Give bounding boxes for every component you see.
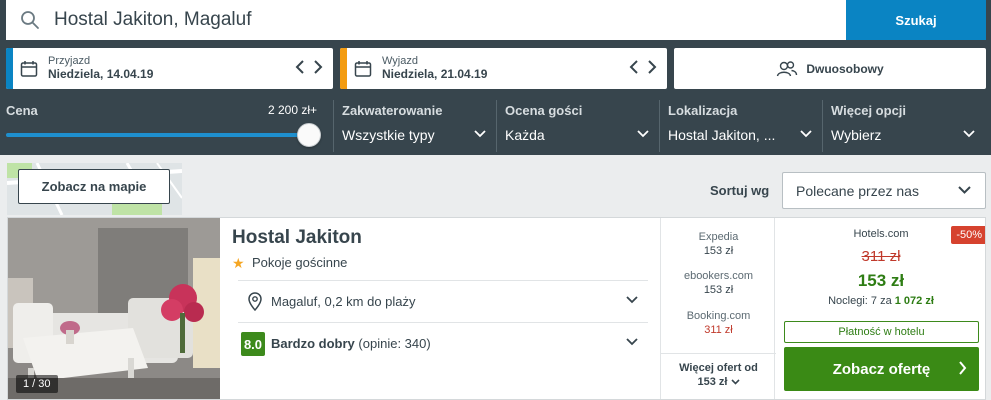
chevron-left-icon[interactable]	[629, 60, 639, 74]
chevron-down-icon	[958, 186, 971, 194]
best-deal: Hotels.com -50% 311 zł 153 zł Noclegi: 7…	[775, 218, 985, 399]
offer-price: 153 zł	[703, 284, 734, 296]
checkout-value: Niedziela, 21.04.19	[382, 66, 488, 81]
offer-item[interactable]: ebookers.com 153 zł	[661, 269, 776, 297]
nights-prefix: Noclegi: 7 za	[828, 295, 892, 307]
filter-bar: Zakwaterowanie Wszystkie typy Ocena gośc…	[0, 100, 991, 152]
chevron-right-icon	[959, 361, 967, 375]
chevron-left-icon[interactable]	[295, 60, 305, 74]
location-pin-icon	[248, 292, 262, 311]
hotel-result-card: 1 / 30 Hostal Jakiton ★ Pokoje gościnne …	[7, 217, 986, 400]
offer-provider: Expedia	[698, 231, 739, 243]
offer-price: 311 zł	[704, 324, 733, 336]
location-text: Magaluf, 0,2 km do plaży	[271, 294, 416, 309]
search-button[interactable]: Szukaj	[846, 0, 986, 40]
calendar-icon	[20, 60, 38, 77]
accommodation-filter-title: Zakwaterowanie	[342, 103, 443, 118]
more-options-filter[interactable]: Więcej opcji Wybierz	[822, 100, 985, 152]
sort-select[interactable]: Polecane przez nas	[782, 172, 986, 209]
nights-total-price: 1 072 zł	[894, 295, 934, 307]
offer-provider: ebookers.com	[683, 270, 754, 282]
more-offers-button[interactable]: Więcej ofert od 153 zł	[661, 353, 776, 389]
view-deal-button[interactable]: Zobacz ofertę	[784, 347, 979, 391]
chevron-down-icon	[626, 338, 638, 346]
view-deal-label: Zobacz ofertę	[832, 360, 931, 378]
guest-rating-filter-value: Każda	[505, 127, 545, 143]
more-options-filter-value: Wybierz	[831, 127, 882, 143]
other-offers: Expedia 153 zł ebookers.com 153 zł Booki…	[660, 218, 776, 399]
checkin-accent-bar	[6, 48, 13, 89]
show-on-map-button[interactable]: Zobacz na mapie	[18, 169, 170, 204]
accommodation-filter[interactable]: Zakwaterowanie Wszystkie typy	[333, 100, 496, 152]
chevron-down-icon	[800, 130, 812, 138]
new-price: 153 zł	[857, 271, 905, 290]
more-offers-label: Więcej ofert od	[679, 362, 758, 374]
hotel-name[interactable]: Hostal Jakiton	[232, 227, 362, 249]
nights-total: Noclegi: 7 za 1 072 zł	[775, 295, 985, 307]
checkout-date-box[interactable]: Wyjazd Niedziela, 21.04.19	[340, 48, 667, 89]
chevron-down-icon	[474, 130, 486, 138]
date-room-row: Przyjazd Niedziela, 14.04.19 Wyjazd Nied…	[6, 48, 986, 89]
rating-row[interactable]: 8.0 Bardzo dobry (opinie: 340)	[238, 322, 648, 364]
pay-at-hotel-badge: Płatność w hotelu	[784, 321, 979, 343]
guests-icon	[777, 60, 798, 76]
offer-provider: Booking.com	[686, 310, 751, 322]
sort-value: Polecane przez nas	[796, 182, 919, 199]
rating-text: Bardzo dobry (opinie: 340)	[271, 336, 431, 351]
more-offers-price: 153 zł	[697, 376, 728, 388]
chevron-down-icon	[963, 130, 975, 138]
search-bar: Szukaj	[6, 0, 986, 40]
location-filter-title: Lokalizacja	[668, 103, 738, 118]
checkout-accent-bar	[340, 48, 347, 89]
photo-counter: 1 / 30	[16, 375, 58, 393]
location-row[interactable]: Magaluf, 0,2 km do plaży	[238, 280, 648, 322]
search-input[interactable]	[54, 9, 754, 31]
guest-rating-filter[interactable]: Ocena gości Każda	[496, 100, 659, 152]
more-options-filter-title: Więcej opcji	[831, 103, 907, 118]
chevron-down-icon	[626, 296, 638, 304]
location-filter-value: Hostal Jakiton, ...	[668, 127, 776, 143]
accommodation-filter-value: Wszystkie typy	[342, 127, 435, 143]
old-price: 311 zł	[861, 248, 901, 265]
rating-label: Bardzo dobry	[271, 336, 355, 351]
room-label: Dwuosobowy	[806, 61, 884, 76]
rating-count: (opinie: 340)	[358, 336, 431, 351]
checkin-date-box[interactable]: Przyjazd Niedziela, 14.04.19	[6, 48, 333, 89]
hotel-photo[interactable]: 1 / 30	[8, 218, 220, 399]
offer-item[interactable]: Expedia 153 zł	[661, 230, 776, 258]
search-icon	[21, 11, 39, 29]
chevron-right-icon[interactable]	[313, 60, 323, 74]
calendar-icon	[354, 60, 372, 77]
checkin-value: Niedziela, 14.04.19	[48, 66, 154, 81]
location-filter[interactable]: Lokalizacja Hostal Jakiton, ...	[659, 100, 822, 152]
hotel-photo-image	[8, 218, 220, 399]
discount-badge: -50%	[951, 226, 985, 244]
offer-price: 153 zł	[703, 245, 734, 257]
guest-rating-filter-title: Ocena gości	[505, 103, 583, 118]
offer-item[interactable]: Booking.com 311 zł	[661, 309, 776, 337]
sort-label: Sortuj wg	[710, 183, 770, 198]
chevron-right-icon[interactable]	[647, 60, 657, 74]
room-selector[interactable]: Dwuosobowy	[674, 48, 986, 89]
hotel-type: Pokoje gościnne	[252, 255, 348, 270]
chevron-down-icon	[730, 379, 740, 385]
chevron-down-icon	[637, 130, 649, 138]
star-icon: ★	[232, 255, 245, 271]
results-area: Zobacz na mapie Sortuj wg Polecane przez…	[0, 155, 991, 400]
rating-score-badge: 8.0	[241, 332, 265, 356]
search-field[interactable]	[6, 0, 846, 40]
